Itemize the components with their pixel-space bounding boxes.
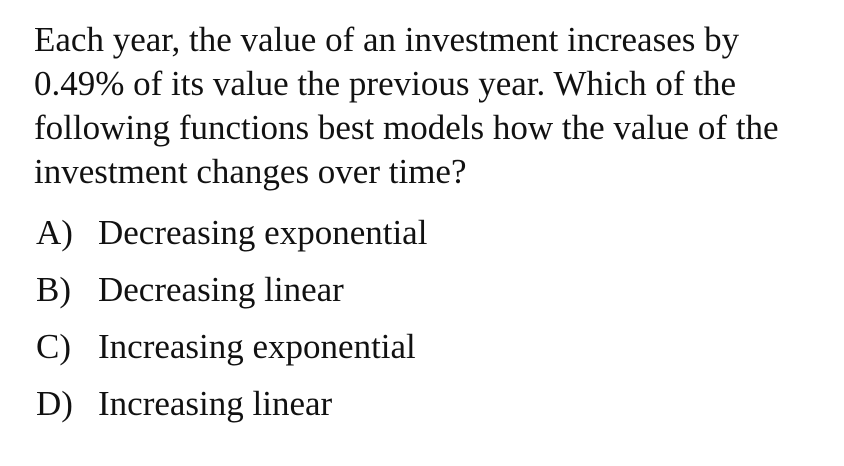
choice-letter: B) xyxy=(36,270,71,309)
question-text-line: Each year, the value of an investment in… xyxy=(34,20,740,59)
choice-label: Decreasing linear xyxy=(98,270,344,309)
choice-label: Increasing linear xyxy=(98,384,333,423)
question-text-line: following functions best models how the … xyxy=(34,108,779,147)
answer-choice-d[interactable]: D) Increasing linear xyxy=(36,382,796,439)
choice-letter: C) xyxy=(36,327,71,366)
question-text-line: investment changes over time? xyxy=(34,152,467,191)
question-text-line: 0.49% of its value the previous year. Wh… xyxy=(34,64,737,103)
choice-letter: D) xyxy=(36,384,73,423)
answer-choice-a[interactable]: A) Decreasing exponential xyxy=(36,211,796,268)
choice-letter: A) xyxy=(36,213,73,252)
choice-label: Increasing exponential xyxy=(98,327,416,366)
choice-label: Decreasing exponential xyxy=(98,213,428,252)
answer-choice-c[interactable]: C) Increasing exponential xyxy=(36,325,796,382)
question-stem: Each year, the value of an investment in… xyxy=(34,18,824,194)
answer-choice-b[interactable]: B) Decreasing linear xyxy=(36,268,796,325)
answer-choices-list: A) Decreasing exponential B) Decreasing … xyxy=(36,211,796,439)
